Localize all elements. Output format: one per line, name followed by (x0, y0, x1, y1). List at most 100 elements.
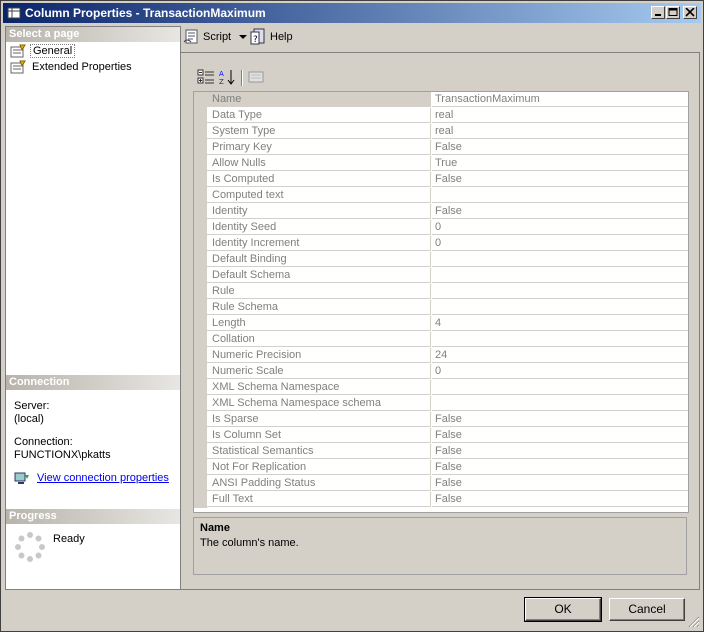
property-name: Primary Key (207, 140, 431, 155)
property-row[interactable]: Length 4 (194, 316, 688, 332)
property-value[interactable] (432, 268, 688, 283)
property-value[interactable]: real (432, 124, 688, 139)
property-value[interactable] (432, 396, 688, 411)
property-row[interactable]: Rule (194, 284, 688, 300)
property-value[interactable]: 0 (432, 220, 688, 235)
select-page-header: Select a page (6, 27, 180, 42)
property-row[interactable]: Default Binding (194, 252, 688, 268)
property-name: Numeric Precision (207, 348, 431, 363)
property-row[interactable]: Numeric Scale 0 (194, 364, 688, 380)
property-value[interactable]: 0 (432, 364, 688, 379)
close-icon (685, 8, 695, 17)
property-value[interactable]: real (432, 108, 688, 123)
script-label: Script (203, 31, 232, 43)
property-row[interactable]: Collation (194, 332, 688, 348)
help-label: Help (270, 31, 293, 43)
property-row[interactable]: XML Schema Namespace (194, 380, 688, 396)
description-text: The column's name. (200, 537, 299, 549)
property-value[interactable]: False (432, 476, 688, 491)
server-value: (local) (14, 413, 44, 425)
row-gutter (194, 460, 207, 476)
page-general-label: General (30, 44, 76, 58)
property-value[interactable]: False (432, 444, 688, 459)
property-row[interactable]: Default Schema (194, 268, 688, 284)
row-gutter (194, 412, 207, 428)
property-row[interactable]: Is Column Set False (194, 428, 688, 444)
title-bar[interactable]: Column Properties - TransactionMaximum (3, 3, 701, 23)
help-button[interactable]: ? Help (250, 28, 300, 46)
property-value[interactable]: False (432, 460, 688, 475)
property-row[interactable]: Numeric Precision 24 (194, 348, 688, 364)
description-pane: Name The column's name. (193, 517, 687, 575)
property-value[interactable] (432, 332, 688, 347)
property-row[interactable]: Is Sparse False (194, 412, 688, 428)
property-value[interactable]: False (432, 428, 688, 443)
property-value[interactable]: TransactionMaximum (432, 92, 688, 107)
minimize-icon (655, 14, 661, 16)
row-gutter (194, 108, 207, 124)
property-row[interactable]: Is Computed False (194, 172, 688, 188)
property-value[interactable] (432, 300, 688, 315)
property-row[interactable]: ANSI Padding Status False (194, 476, 688, 492)
property-value[interactable] (432, 380, 688, 395)
property-row[interactable]: Statistical Semantics False (194, 444, 688, 460)
maximize-button[interactable] (666, 6, 680, 19)
property-row[interactable]: System Type real (194, 124, 688, 140)
property-value[interactable] (432, 284, 688, 299)
property-name: Rule Schema (207, 300, 431, 315)
property-row[interactable]: Identity False (194, 204, 688, 220)
resize-grip-icon[interactable] (688, 616, 700, 628)
row-gutter (194, 316, 207, 332)
property-name: Collation (207, 332, 431, 347)
property-row[interactable]: Identity Increment 0 (194, 236, 688, 252)
close-button[interactable] (683, 6, 697, 19)
property-value[interactable]: 0 (432, 236, 688, 251)
property-value[interactable]: True (432, 156, 688, 171)
connection-value: FUNCTIONX\pkatts (14, 449, 111, 461)
row-gutter (194, 332, 207, 348)
row-gutter (194, 124, 207, 140)
property-name: Is Sparse (207, 412, 431, 427)
row-gutter (194, 364, 207, 380)
property-row[interactable]: Primary Key False (194, 140, 688, 156)
cancel-button[interactable]: Cancel (609, 598, 685, 621)
property-value[interactable]: False (432, 412, 688, 427)
property-row[interactable]: Computed text (194, 188, 688, 204)
ok-button[interactable]: OK (524, 597, 602, 622)
minimize-button[interactable] (651, 6, 665, 19)
property-pages-icon (248, 71, 264, 83)
row-gutter (194, 140, 207, 156)
property-grid[interactable]: Name TransactionMaximum Data Type real Syste… (193, 91, 689, 513)
property-row[interactable]: Identity Seed 0 (194, 220, 688, 236)
property-value[interactable]: 24 (432, 348, 688, 363)
property-value[interactable] (432, 252, 688, 267)
view-connection-properties-link[interactable]: View connection properties (37, 472, 169, 484)
row-gutter (194, 92, 207, 108)
property-value[interactable]: False (432, 140, 688, 155)
property-value[interactable]: False (432, 492, 688, 507)
property-row[interactable]: Allow Nulls True (194, 156, 688, 172)
property-row[interactable]: Name TransactionMaximum (194, 92, 688, 108)
page-extended-properties-label: Extended Properties (32, 61, 132, 73)
property-name: Rule (207, 284, 431, 299)
script-button[interactable]: Script (183, 28, 251, 46)
alphabetical-button[interactable]: AZ (219, 69, 239, 87)
categorized-button[interactable] (197, 69, 217, 87)
row-gutter (194, 300, 207, 316)
property-value[interactable]: 4 (432, 316, 688, 331)
property-value[interactable]: False (432, 204, 688, 219)
property-name: Allow Nulls (207, 156, 431, 171)
property-value[interactable] (432, 188, 688, 203)
help-icon: ? (250, 28, 265, 45)
property-row[interactable]: Data Type real (194, 108, 688, 124)
property-row[interactable]: Full Text False (194, 492, 688, 508)
property-row[interactable]: XML Schema Namespace schema (194, 396, 688, 412)
property-row[interactable]: Rule Schema (194, 300, 688, 316)
property-row[interactable]: Not For Replication False (194, 460, 688, 476)
progress-spinner-icon (15, 532, 45, 562)
connection-properties-icon (14, 472, 29, 484)
property-value[interactable]: False (432, 172, 688, 187)
property-name: Default Binding (207, 252, 431, 267)
property-name: Numeric Scale (207, 364, 431, 379)
property-pages-button[interactable] (247, 69, 267, 87)
